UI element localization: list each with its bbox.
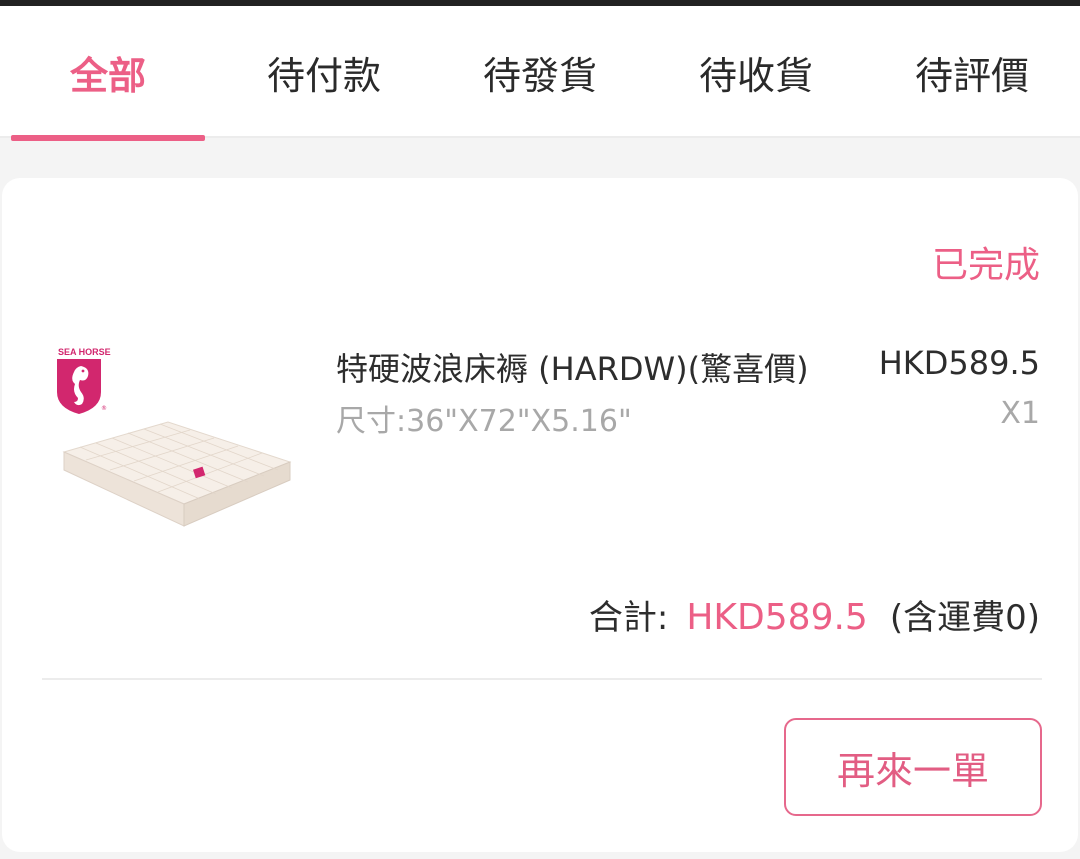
total-label: 合計:: [588, 598, 669, 638]
tab-all[interactable]: 全部: [0, 6, 216, 138]
product-spec: 尺寸:36"X72"X5.16": [336, 404, 632, 439]
product-thumbnail[interactable]: SEA HORSE ®: [50, 344, 300, 539]
order-status: 已完成: [931, 245, 1040, 286]
tab-pending-shipment[interactable]: 待發貨: [432, 6, 648, 138]
order-tabs: 全部 待付款 待發貨 待收貨 待評價: [0, 6, 1080, 138]
shipping-note: (含運費0): [889, 598, 1040, 638]
logo-text: SEA HORSE: [58, 347, 111, 357]
mattress: [62, 421, 292, 527]
order-card[interactable]: 已完成 SEA HORSE ® 特硬波浪床褥 (HARDW)(驚喜價) HKD5…: [2, 178, 1078, 852]
active-tab-indicator: [11, 135, 205, 141]
order-total-row: 合計: HKD589.5 (含運費0): [589, 590, 1040, 639]
product-title[interactable]: 特硬波浪床褥 (HARDW)(驚喜價): [336, 344, 809, 390]
tab-pending-review[interactable]: 待評價: [864, 6, 1080, 138]
tab-pending-payment[interactable]: 待付款: [216, 6, 432, 138]
reorder-button[interactable]: 再來一單: [784, 718, 1042, 816]
total-amount: HKD589.5: [686, 597, 868, 638]
svg-text:®: ®: [101, 405, 107, 412]
product-quantity: X1: [1000, 396, 1040, 431]
mattress-image-icon: SEA HORSE ®: [57, 347, 292, 527]
divider: [42, 678, 1042, 680]
sea-horse-logo: SEA HORSE ®: [57, 347, 111, 414]
tab-pending-receipt[interactable]: 待收貨: [648, 6, 864, 138]
product-price: HKD589.5: [878, 344, 1040, 382]
